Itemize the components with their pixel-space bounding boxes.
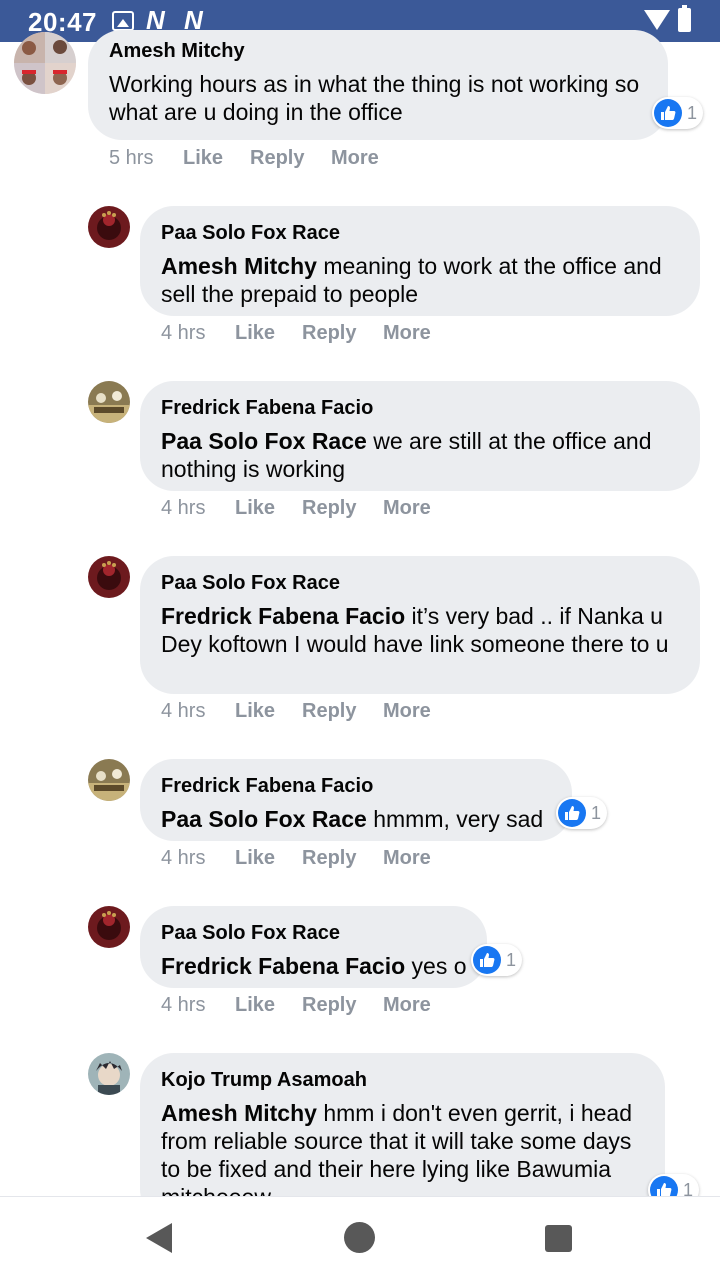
home-icon[interactable]: [344, 1222, 375, 1253]
mention-link[interactable]: Amesh Mitchy: [161, 1100, 317, 1126]
more-button[interactable]: More: [383, 700, 431, 723]
recents-icon[interactable]: [545, 1225, 572, 1252]
comment-text: Fredrick Fabena Facio it’s very bad .. i…: [161, 602, 680, 658]
avatar[interactable]: [88, 381, 130, 423]
mention-link[interactable]: Amesh Mitchy: [161, 253, 317, 279]
comment-time: 4 hrs: [161, 700, 206, 722]
avatar[interactable]: [88, 759, 130, 801]
reply-button[interactable]: Reply: [302, 847, 356, 870]
like-icon: [558, 799, 586, 827]
reply-button[interactable]: Reply: [302, 322, 356, 345]
mention-link[interactable]: Fredrick Fabena Facio: [161, 953, 405, 979]
avatar[interactable]: [88, 556, 130, 598]
comment-text: Fredrick Fabena Facio yes o: [161, 952, 467, 980]
image-icon: [112, 11, 134, 31]
wifi-icon: [644, 10, 670, 30]
comment-bubble[interactable]: Fredrick Fabena Facio Paa Solo Fox Race …: [140, 759, 572, 841]
like-button[interactable]: Like: [235, 700, 275, 723]
like-icon: [654, 99, 682, 127]
comment-author[interactable]: Paa Solo Fox Race: [161, 222, 680, 244]
reply-button[interactable]: Reply: [302, 700, 356, 723]
avatar[interactable]: [14, 32, 76, 94]
navigation-bar: [0, 1196, 720, 1281]
comment-author[interactable]: Fredrick Fabena Facio: [161, 775, 552, 797]
comment-author[interactable]: Paa Solo Fox Race: [161, 572, 680, 594]
like-button[interactable]: Like: [235, 847, 275, 870]
reply-button[interactable]: Reply: [250, 147, 304, 170]
reaction-count[interactable]: 1: [471, 944, 523, 976]
reaction-number: 1: [687, 102, 698, 123]
comment-time: 4 hrs: [161, 322, 206, 344]
comment-author[interactable]: Amesh Mitchy: [109, 40, 648, 62]
more-button[interactable]: More: [383, 322, 431, 345]
comment-author[interactable]: Fredrick Fabena Facio: [161, 397, 680, 419]
mention-link[interactable]: Paa Solo Fox Race: [161, 806, 367, 832]
comment-body: Working hours as in what the thing is no…: [109, 71, 640, 125]
avatar[interactable]: [88, 906, 130, 948]
comment-time: 4 hrs: [161, 847, 206, 869]
like-button[interactable]: Like: [183, 147, 223, 170]
comment-author[interactable]: Paa Solo Fox Race: [161, 922, 467, 944]
reaction-number: 1: [506, 949, 517, 970]
more-button[interactable]: More: [383, 497, 431, 520]
mention-link[interactable]: Fredrick Fabena Facio: [161, 603, 405, 629]
more-button[interactable]: More: [331, 147, 379, 170]
comment-text: Paa Solo Fox Race hmmm, very sad: [161, 805, 552, 833]
comment-text: Amesh Mitchy meaning to work at the offi…: [161, 252, 680, 308]
comment-text: Working hours as in what the thing is no…: [109, 70, 648, 126]
like-button[interactable]: Like: [235, 497, 275, 520]
more-button[interactable]: More: [383, 847, 431, 870]
comment-time: 4 hrs: [161, 994, 206, 1016]
reaction-count[interactable]: 1: [556, 797, 608, 829]
comment-bubble[interactable]: Paa Solo Fox Race Fredrick Fabena Facio …: [140, 906, 487, 988]
comment-text: Paa Solo Fox Race we are still at the of…: [161, 427, 680, 483]
back-icon[interactable]: [146, 1223, 172, 1253]
avatar[interactable]: [88, 1053, 130, 1095]
mention-link[interactable]: Paa Solo Fox Race: [161, 428, 367, 454]
battery-icon: [678, 5, 691, 32]
like-button[interactable]: Like: [235, 994, 275, 1017]
more-button[interactable]: More: [383, 994, 431, 1017]
comment-bubble[interactable]: Fredrick Fabena Facio Paa Solo Fox Race …: [140, 381, 700, 491]
comment-body: hmmm, very sad: [366, 806, 544, 832]
like-button[interactable]: Like: [235, 322, 275, 345]
avatar[interactable]: [88, 206, 130, 248]
reply-button[interactable]: Reply: [302, 497, 356, 520]
like-icon: [473, 946, 501, 974]
comment-bubble[interactable]: Paa Solo Fox Race Fredrick Fabena Facio …: [140, 556, 700, 694]
reaction-number: 1: [591, 802, 602, 823]
reply-button[interactable]: Reply: [302, 994, 356, 1017]
comment-body: yes o: [405, 953, 467, 979]
comment-author[interactable]: Kojo Trump Asamoah: [161, 1069, 645, 1091]
reaction-count[interactable]: 1: [652, 97, 704, 129]
comment-time: 4 hrs: [161, 497, 206, 519]
comment-bubble[interactable]: Paa Solo Fox Race Amesh Mitchy meaning t…: [140, 206, 700, 316]
comment-text: Amesh Mitchy hmm i don't even gerrit, i …: [161, 1099, 645, 1211]
comment-time: 5 hrs: [109, 147, 154, 169]
comment-bubble[interactable]: Amesh Mitchy Working hours as in what th…: [88, 30, 668, 140]
